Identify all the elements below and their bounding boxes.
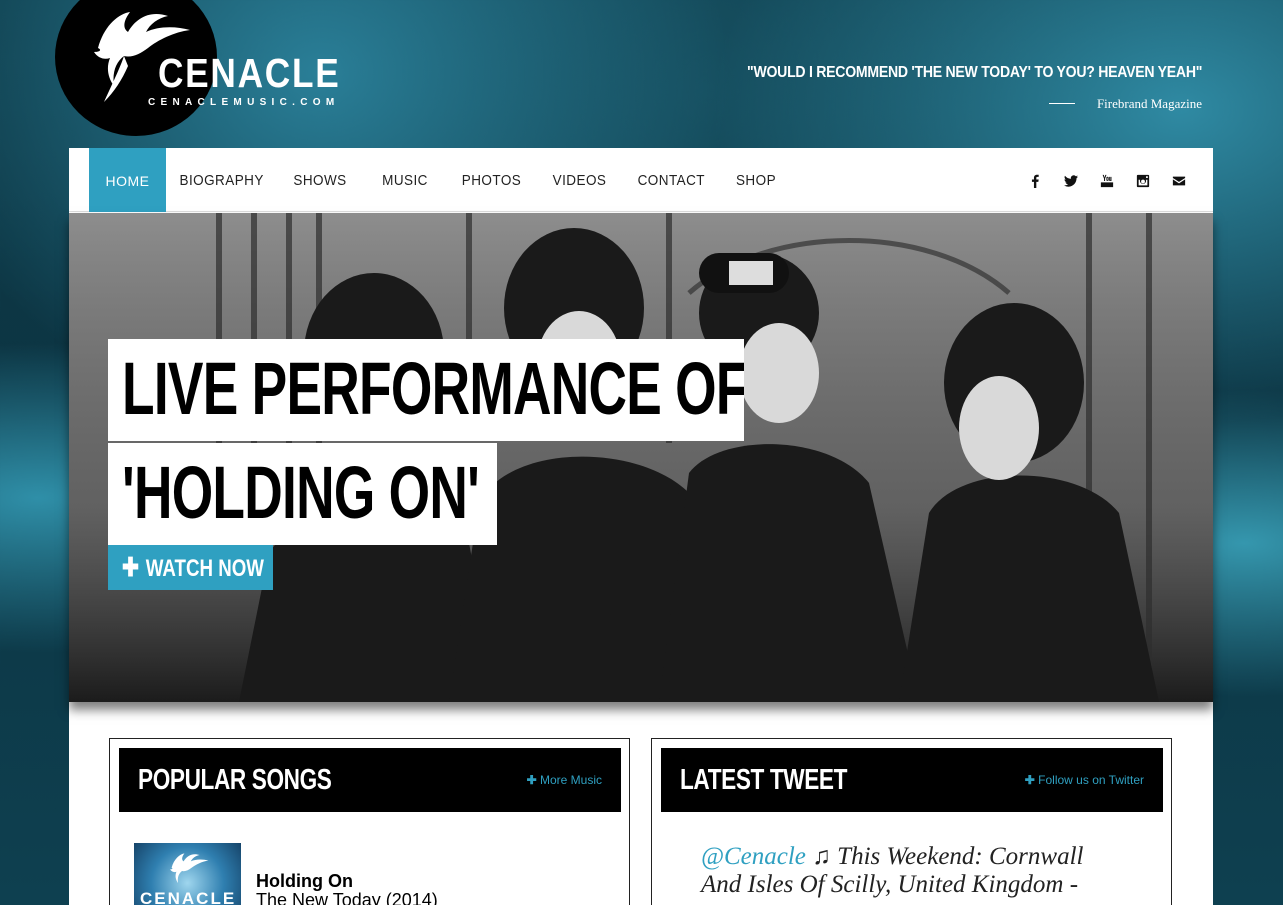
nav-item-shows[interactable]: SHOWS [292,148,348,212]
envelope-icon[interactable] [1170,172,1188,190]
watch-now-label: WATCH NOW [145,555,264,582]
follow-twitter-link[interactable]: ✚ Follow us on Twitter [1025,773,1144,787]
latest-tweet-title: LATEST TWEET [680,764,848,796]
nav-item-home[interactable]: HOME [89,148,166,212]
plus-icon: ✚ [526,773,537,787]
youtube-icon[interactable] [1098,172,1116,190]
watch-now-button[interactable]: ✚ WATCH NOW [108,545,273,590]
song-album: The New Today (2014) [256,890,438,905]
quote-source: Firebrand Magazine [1096,96,1202,111]
plus-icon: ✚ [122,552,140,582]
facebook-icon[interactable] [1026,172,1044,190]
nav-item-shop[interactable]: SHOP [733,148,780,212]
album-art[interactable]: CENACLE [134,843,241,905]
phoenix-logo-icon [170,853,209,883]
song-title[interactable]: Holding On [256,871,353,892]
twitter-icon[interactable] [1062,172,1080,190]
more-music-link[interactable]: ✚ More Music [527,773,602,787]
latest-tweet-widget: LATEST TWEET ✚ Follow us on Twitter @Cen… [651,738,1172,905]
nav-item-biography[interactable]: BIOGRAPHY [180,148,264,212]
nav-item-photos[interactable]: PHOTOS [461,148,521,212]
latest-tweet-header: LATEST TWEET ✚ Follow us on Twitter [661,748,1163,812]
nav-item-videos[interactable]: VIDEOS [551,148,608,212]
instagram-icon[interactable] [1134,172,1152,190]
brand-name[interactable]: CENACLE [158,50,340,97]
tweet-text: @Cenacle ♫ This Weekend: Cornwall And Is… [701,843,1101,899]
press-quote: "WOULD I RECOMMEND 'THE NEW TODAY' TO YO… [746,64,1202,81]
hero-slider[interactable]: LIVE PERFORMANCE OF 'HOLDING ON' ✚ WATCH… [69,213,1213,702]
nav-item-contact[interactable]: CONTACT [638,148,705,212]
quote-dash [1049,103,1075,104]
popular-songs-widget: POPULAR SONGS ✚ More Music CENACLE Holdi… [109,738,630,905]
brand-url: CENACLEMUSIC.COM [148,97,340,108]
tweet-handle-link[interactable]: @Cenacle [701,843,806,870]
popular-songs-header: POPULAR SONGS ✚ More Music [119,748,621,812]
album-art-text: CENACLE [140,889,237,905]
nav-item-music[interactable]: MUSIC [378,148,432,212]
plus-icon: ✚ [1024,773,1035,787]
main-nav: HOME BIOGRAPHY SHOWS MUSIC PHOTOS VIDEOS… [69,148,1213,212]
hero-headline-line-1: LIVE PERFORMANCE OF [108,339,744,441]
popular-songs-title: POPULAR SONGS [138,764,332,796]
hero-headline-line-2: 'HOLDING ON' [108,443,497,545]
content-panel: HOME BIOGRAPHY SHOWS MUSIC PHOTOS VIDEOS… [69,148,1213,905]
